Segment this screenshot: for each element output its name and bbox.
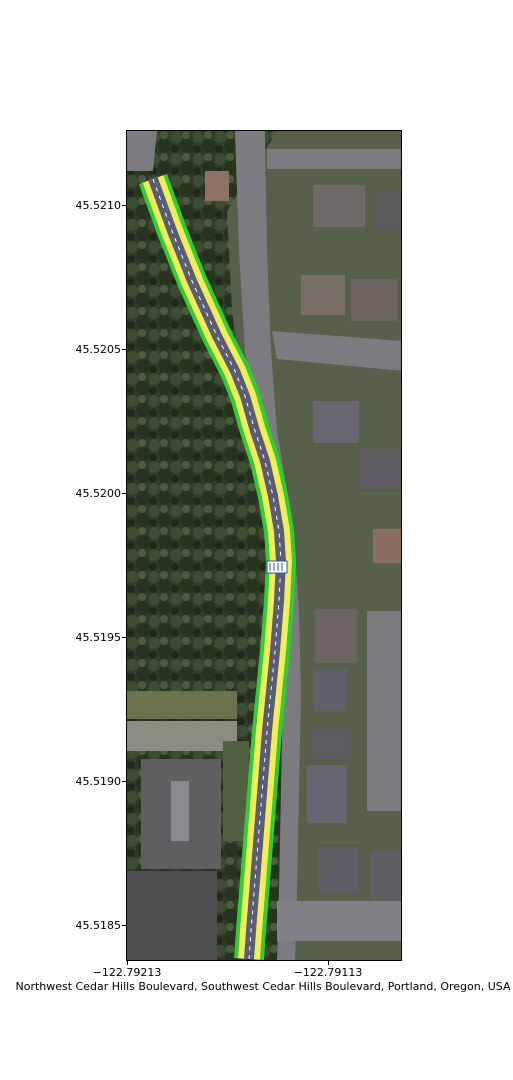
aerial-map: [127, 131, 401, 960]
street-bottom: [277, 901, 401, 941]
y-tick-label: 45.5205: [75, 343, 122, 356]
map-figure: 45.5210 45.5205 45.5200 45.5195 45.5190 …: [0, 0, 513, 1080]
y-tick-label: 45.5195: [75, 631, 122, 644]
map-plot-area[interactable]: [126, 130, 402, 961]
x-tick-mark: [328, 961, 329, 965]
y-tick-label: 45.5190: [75, 775, 122, 788]
crosswalk-marker: [266, 560, 288, 574]
x-tick-label: −122.79113: [293, 966, 363, 979]
x-axis-label: Northwest Cedar Hills Boulevard, Southwe…: [15, 980, 511, 993]
street-top: [267, 149, 401, 169]
y-tick-label: 45.5200: [75, 487, 122, 500]
y-tick-label: 45.5185: [75, 919, 122, 932]
x-tick-mark: [127, 961, 128, 965]
y-tick-label: 45.5210: [75, 199, 122, 212]
x-tick-label: −122.79213: [92, 966, 162, 979]
grass-patch: [127, 691, 237, 719]
street-side: [367, 611, 401, 811]
street-top-left: [127, 131, 157, 171]
